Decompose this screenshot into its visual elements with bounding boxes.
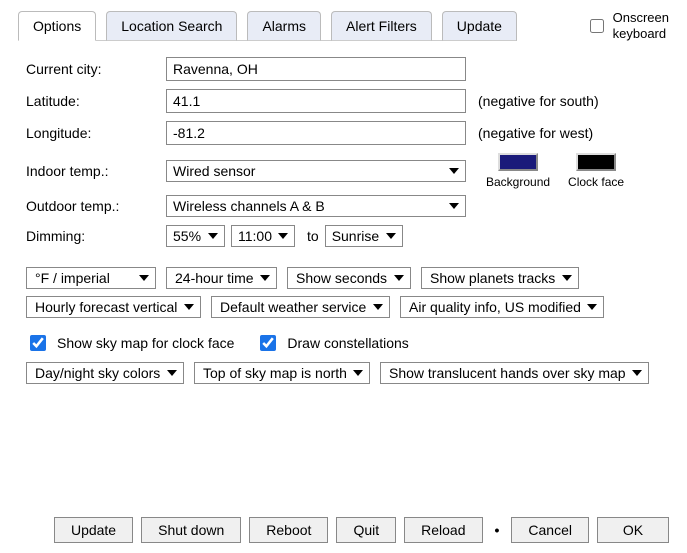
planets-select[interactable]: Show planets tracks [421, 267, 579, 289]
latitude-label: Latitude: [26, 93, 166, 109]
onscreen-keyboard-toggle[interactable]: Onscreen keyboard [586, 10, 669, 41]
seconds-select[interactable]: Show seconds [287, 267, 411, 289]
show-sky-map-label: Show sky map for clock face [57, 335, 234, 351]
air-quality-select[interactable]: Air quality info, US modified [400, 296, 604, 318]
forecast-layout-select[interactable]: Hourly forecast vertical [26, 296, 201, 318]
tab-update[interactable]: Update [442, 11, 517, 41]
current-city-input[interactable] [166, 57, 466, 81]
background-swatch-label: Background [486, 175, 550, 189]
tab-location-search[interactable]: Location Search [106, 11, 237, 41]
tab-options[interactable]: Options [18, 11, 96, 41]
dimming-to-label: to [307, 228, 319, 244]
dimming-label: Dimming: [26, 228, 166, 244]
tab-alarms[interactable]: Alarms [247, 11, 321, 41]
background-swatch[interactable] [498, 153, 538, 171]
onscreen-keyboard-checkbox[interactable] [590, 19, 604, 33]
weather-service-select[interactable]: Default weather service [211, 296, 390, 318]
options-panel: Current city: Latitude: (negative for so… [18, 41, 669, 399]
clock-face-swatch-label: Clock face [568, 175, 624, 189]
longitude-input[interactable] [166, 121, 466, 145]
onscreen-keyboard-label: Onscreen keyboard [613, 10, 669, 41]
units-select[interactable]: °F / imperial [26, 267, 156, 289]
ok-button[interactable]: OK [597, 517, 669, 543]
quit-button[interactable]: Quit [336, 517, 396, 543]
cancel-button[interactable]: Cancel [511, 517, 589, 543]
draw-constellations-label: Draw constellations [287, 335, 408, 351]
tab-bar: Options Location Search Alarms Alert Fil… [18, 10, 517, 41]
sky-hands-select[interactable]: Show translucent hands over sky map [380, 362, 649, 384]
longitude-hint: (negative for west) [478, 125, 593, 141]
latitude-input[interactable] [166, 89, 466, 113]
time-format-select[interactable]: 24-hour time [166, 267, 277, 289]
dimming-start-select[interactable]: 11:00 [231, 225, 295, 247]
separator-dot: • [491, 522, 504, 538]
show-sky-map-toggle[interactable]: Show sky map for clock face [26, 332, 234, 354]
sky-colors-select[interactable]: Day/night sky colors [26, 362, 184, 384]
indoor-temp-select[interactable]: Wired sensor [166, 160, 466, 182]
show-sky-map-checkbox[interactable] [30, 335, 46, 351]
indoor-temp-label: Indoor temp.: [26, 163, 166, 179]
outdoor-temp-select[interactable]: Wireless channels A & B [166, 195, 466, 217]
shut-down-button[interactable]: Shut down [141, 517, 241, 543]
sky-orientation-select[interactable]: Top of sky map is north [194, 362, 370, 384]
current-city-label: Current city: [26, 61, 166, 77]
draw-constellations-toggle[interactable]: Draw constellations [256, 332, 408, 354]
dimming-percent-select[interactable]: 55% [166, 225, 225, 247]
outdoor-temp-label: Outdoor temp.: [26, 198, 166, 214]
draw-constellations-checkbox[interactable] [260, 335, 276, 351]
longitude-label: Longitude: [26, 125, 166, 141]
update-button[interactable]: Update [54, 517, 133, 543]
clock-face-swatch[interactable] [576, 153, 616, 171]
latitude-hint: (negative for south) [478, 93, 599, 109]
reboot-button[interactable]: Reboot [249, 517, 328, 543]
dimming-end-select[interactable]: Sunrise [325, 225, 403, 247]
reload-button[interactable]: Reload [404, 517, 482, 543]
tab-alert-filters[interactable]: Alert Filters [331, 11, 432, 41]
footer-buttons: Update Shut down Reboot Quit Reload • Ca… [18, 509, 669, 543]
